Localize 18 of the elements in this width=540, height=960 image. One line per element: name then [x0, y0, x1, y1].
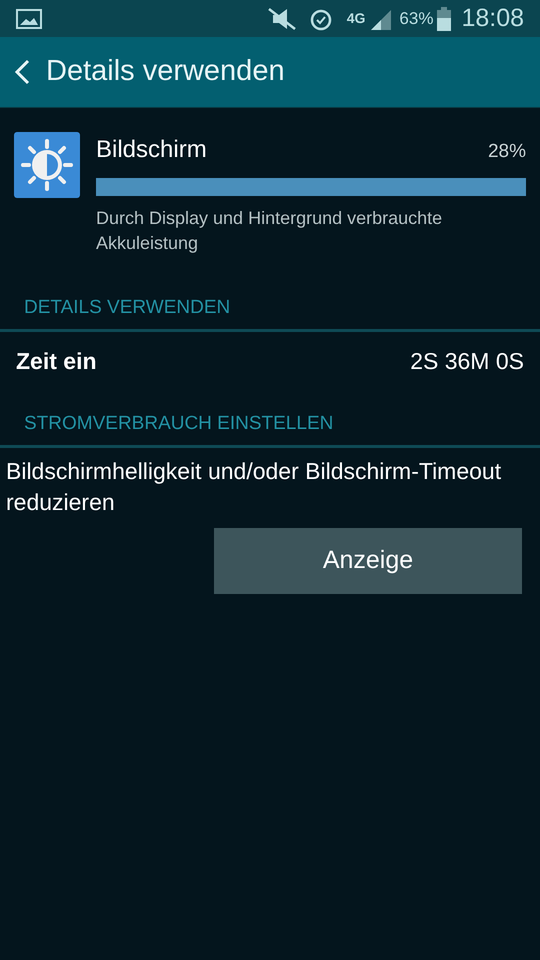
display-button[interactable]: Anzeige — [214, 528, 522, 594]
clock: 18:08 — [461, 2, 524, 34]
stat-value: 2S 36M 0S — [410, 346, 524, 376]
section-header: STROMVERBRAUCH EINSTELLEN — [24, 413, 334, 434]
window-title: Details verwenden — [46, 54, 285, 90]
back-button[interactable] — [12, 59, 32, 85]
usage-percent: 28% — [488, 140, 526, 164]
app-name: Bildschirm — [96, 135, 207, 165]
image-icon — [16, 8, 42, 28]
stat-label: Zeit ein — [16, 346, 97, 376]
brightness-icon — [14, 132, 80, 198]
battery-icon — [437, 6, 452, 30]
battery-percent: 63% — [399, 8, 434, 30]
usage-description: Durch Display und Hintergrund verbrauchte Akkuleistung — [96, 207, 444, 255]
back-icon — [12, 59, 32, 85]
network-type: 4G — [346, 9, 366, 28]
section-header: DETAILS VERWENDEN — [24, 297, 230, 318]
suggestion-text: Bildschirmhelligkeit und/oder Bildschirm-Timeout reduzieren — [6, 456, 502, 516]
